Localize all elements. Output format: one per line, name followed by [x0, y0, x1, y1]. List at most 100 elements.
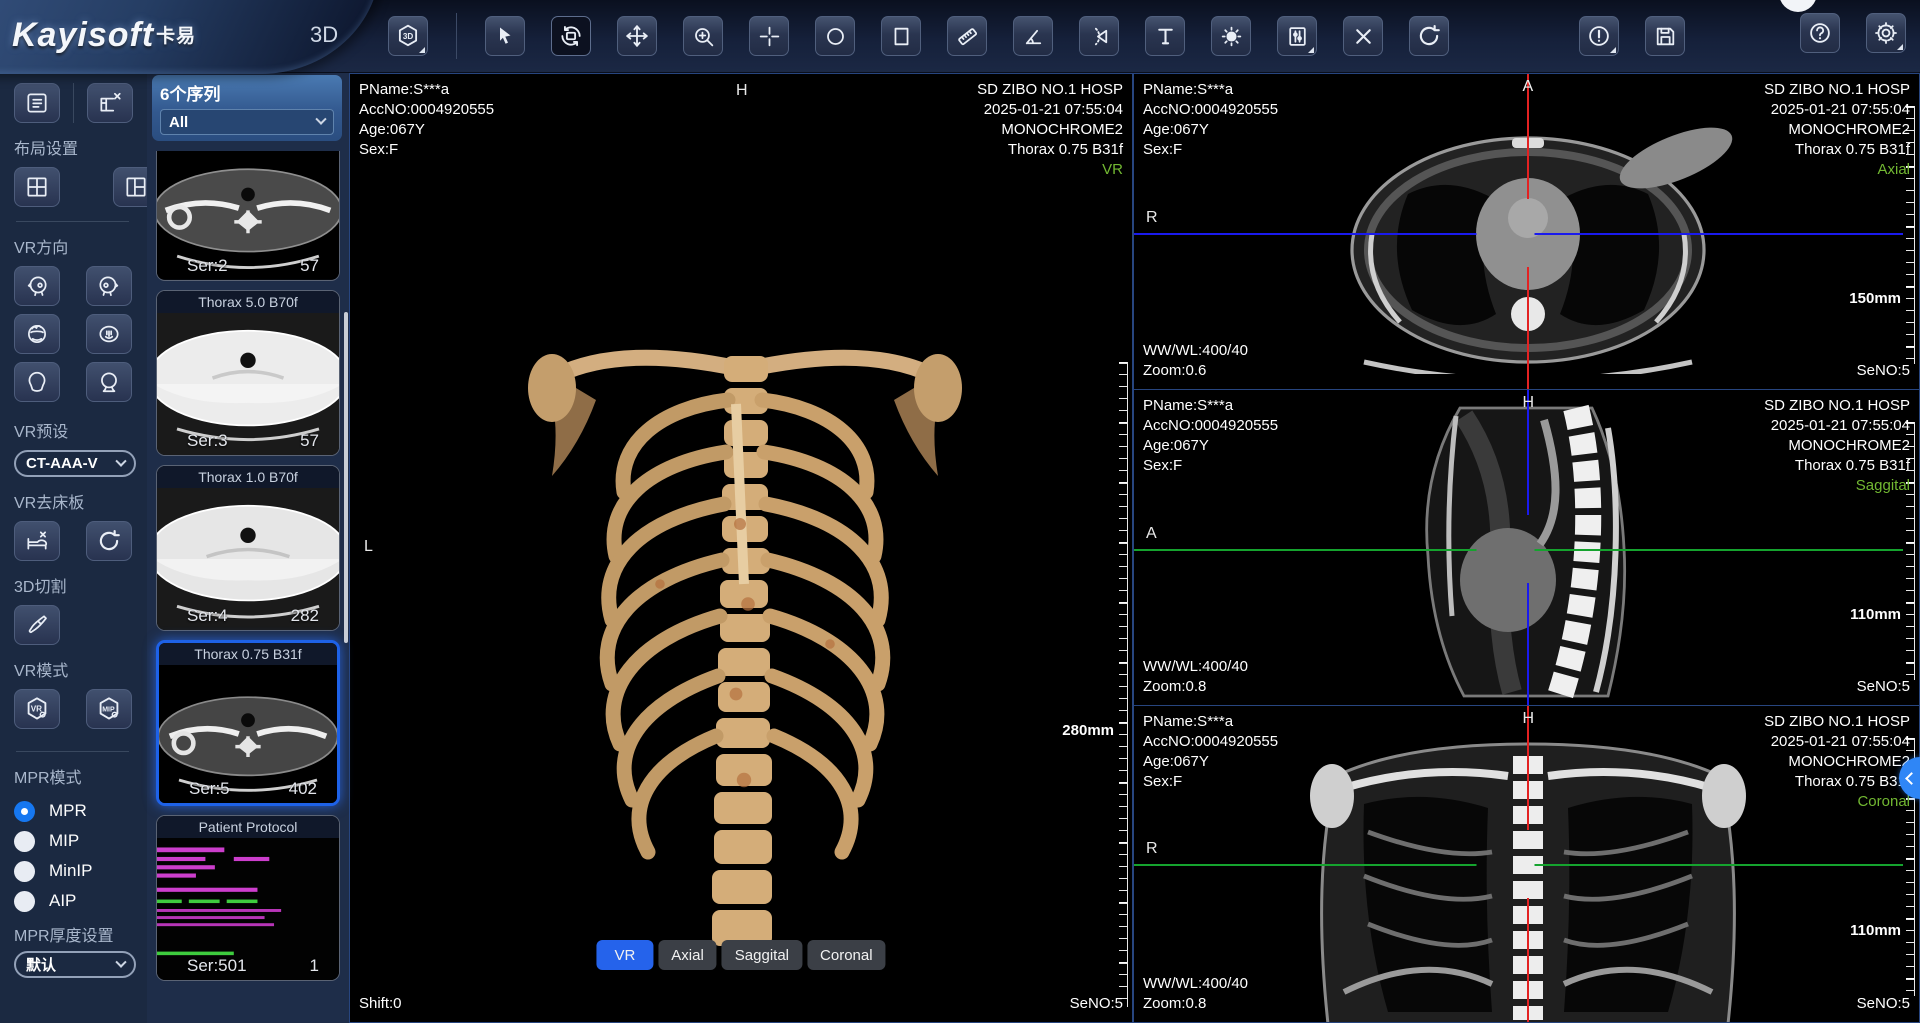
photometric: MONOCHROME2 — [1764, 120, 1910, 140]
avatar[interactable] — [1779, 0, 1817, 12]
vr-viewport[interactable]: PName:S***a AccNO:0004920555 Age:067Y Se… — [349, 73, 1133, 1023]
axial-viewport[interactable]: PName:S***a AccNO:0004920555 Age:067Y Se… — [1133, 73, 1920, 390]
zoom-button[interactable] — [683, 16, 723, 56]
divider — [16, 221, 129, 222]
series-filter-value: All — [169, 114, 188, 131]
mpr-thickness-select[interactable]: 默认 — [14, 951, 136, 978]
view-button-coronal[interactable]: Coronal — [807, 940, 886, 970]
coronal-horizontal-crosshair[interactable] — [1134, 864, 1903, 866]
adjust-panel-button[interactable] — [1277, 16, 1317, 56]
vr-mode-vr-button[interactable]: VR — [14, 689, 60, 729]
remove-bed-button[interactable] — [14, 521, 60, 561]
view-button-saggital[interactable]: Saggital — [722, 940, 802, 970]
window-zoom-overlay: WW/WL:400/40 Zoom:0.8 — [1143, 974, 1248, 1014]
coronal-viewport[interactable]: PName:S***a AccNO:0004920555 Age:067Y Se… — [1133, 705, 1920, 1023]
ruler-button[interactable] — [947, 16, 987, 56]
report-warning-button[interactable] — [1579, 16, 1619, 56]
series-thumbnail-ser2[interactable]: Ser:257 — [156, 151, 340, 281]
angle-button[interactable] — [1013, 16, 1053, 56]
mpr-radio-aip[interactable]: AIP — [14, 886, 147, 916]
crosshair-button[interactable] — [749, 16, 789, 56]
series-scrollbar[interactable] — [344, 312, 348, 643]
image-count: 282 — [291, 606, 319, 626]
patient-accno: AccNO:0004920555 — [1143, 732, 1278, 752]
help-button[interactable] — [1800, 13, 1840, 53]
bed-remove-icon — [24, 528, 50, 554]
mpr-thickness-label: MPR厚度设置 — [14, 922, 147, 946]
view-switch-buttons: VR Axial Saggital Coronal — [596, 940, 885, 970]
hospital-name: SD ZIBO NO.1 HOSP — [1764, 396, 1910, 416]
cursor-button[interactable] — [485, 16, 525, 56]
series-filter-select[interactable]: All — [160, 109, 334, 135]
view-button-vr[interactable]: VR — [596, 940, 653, 970]
delete-button[interactable] — [1343, 16, 1383, 56]
head-right-button[interactable] — [86, 266, 132, 306]
patient-info-overlay: PName:S***a AccNO:0004920555 Age:067Y Se… — [1143, 396, 1278, 476]
grid-2x2-layout-button[interactable] — [14, 167, 60, 207]
mpr-radio-mpr[interactable]: MPR — [14, 796, 147, 826]
vr-preset-label: VR预设 — [14, 418, 147, 442]
mpr-radio-mip[interactable]: MIP — [14, 826, 147, 856]
text-icon — [1153, 24, 1178, 49]
head-posterior-button[interactable] — [86, 362, 132, 402]
photometric: MONOCHROME2 — [1764, 436, 1910, 456]
scalpel-button[interactable] — [14, 605, 60, 645]
head-superior-icon — [24, 321, 50, 347]
sagittal-vertical-crosshair[interactable] — [1527, 390, 1529, 705]
series-thumbnail-ser5-selected[interactable]: Thorax 0.75 B31f Ser:5402 — [156, 640, 340, 806]
patient-info-overlay: PName:S***a AccNO:0004920555 Age:067Y Se… — [359, 80, 494, 160]
sidebar-separator — [73, 83, 74, 123]
series-thumbnail-ser3[interactable]: Thorax 5.0 B70f Ser:357 — [156, 290, 340, 456]
gear-icon — [1873, 20, 1899, 46]
sagittal-viewport[interactable]: PName:S***a AccNO:0004920555 Age:067Y Se… — [1133, 389, 1920, 706]
head-left-button[interactable] — [14, 266, 60, 306]
series-thumbnail-ser4[interactable]: Thorax 1.0 B70f Ser:4282 — [156, 465, 340, 631]
window-level-button[interactable] — [1211, 16, 1251, 56]
rotate-3d-button[interactable] — [551, 16, 591, 56]
axial-horizontal-crosshair[interactable] — [1134, 233, 1903, 235]
pan-icon — [624, 23, 650, 49]
vr-hexagon-icon: VR — [23, 695, 51, 723]
save-button[interactable] — [1645, 16, 1685, 56]
svg-text:3D: 3D — [403, 32, 414, 41]
head-superior-button[interactable] — [14, 314, 60, 354]
series-number: Ser:5 — [189, 779, 230, 799]
series-thumbnails: Ser:257 Thorax 5.0 B70f Ser:357 Thorax 1… — [156, 151, 340, 981]
pan-button[interactable] — [617, 16, 657, 56]
window-zoom-overlay: WW/WL:400/40 Zoom:0.6 — [1143, 341, 1248, 381]
toolbar-tools: 3D — [388, 13, 1685, 59]
3d-preset-button[interactable]: 3D — [388, 16, 428, 56]
rect-roi-button[interactable] — [881, 16, 921, 56]
close-panel-button[interactable] — [87, 83, 133, 123]
zoom-icon — [691, 24, 716, 49]
photometric: MONOCHROME2 — [977, 120, 1123, 140]
text-annotation-button[interactable] — [1145, 16, 1185, 56]
series-list-button[interactable] — [14, 83, 60, 123]
view-button-axial[interactable]: Axial — [658, 940, 717, 970]
view-type-label: Coronal — [1764, 792, 1910, 812]
chevron-left-icon — [1905, 772, 1918, 785]
head-anterior-button[interactable] — [14, 362, 60, 402]
cobb-angle-button[interactable] — [1079, 16, 1119, 56]
reset-button[interactable] — [1409, 16, 1449, 56]
axial-vertical-crosshair[interactable] — [1527, 74, 1529, 389]
radio-label: MPR — [49, 801, 87, 821]
series-thumbnail-ser501[interactable]: Patient Protocol Ser — [156, 815, 340, 981]
orientation-marker-top: H — [736, 82, 748, 100]
vr-mode-mip-button[interactable]: MIP — [86, 689, 132, 729]
vr-rendered-image — [520, 284, 970, 989]
head-inferior-button[interactable] — [86, 314, 132, 354]
settings-button[interactable] — [1866, 13, 1906, 53]
bed-reset-button[interactable] — [86, 521, 132, 561]
patient-name: PName:S***a — [1143, 396, 1278, 416]
coronal-ct-image — [1284, 736, 1774, 1023]
ellipse-roi-button[interactable] — [815, 16, 855, 56]
image-count: 57 — [300, 431, 319, 451]
sagittal-horizontal-crosshair[interactable] — [1134, 549, 1903, 551]
wwwl-label: WW/WL:400/40 — [1143, 974, 1248, 994]
coronal-vertical-crosshair[interactable] — [1527, 706, 1529, 1022]
vr-preset-select[interactable]: CT-AAA-V — [14, 450, 136, 477]
series-title: Thorax 5.0 B70f — [157, 291, 339, 313]
mpr-radio-minip[interactable]: MinIP — [14, 856, 147, 886]
patient-age: Age:067Y — [1143, 120, 1278, 140]
